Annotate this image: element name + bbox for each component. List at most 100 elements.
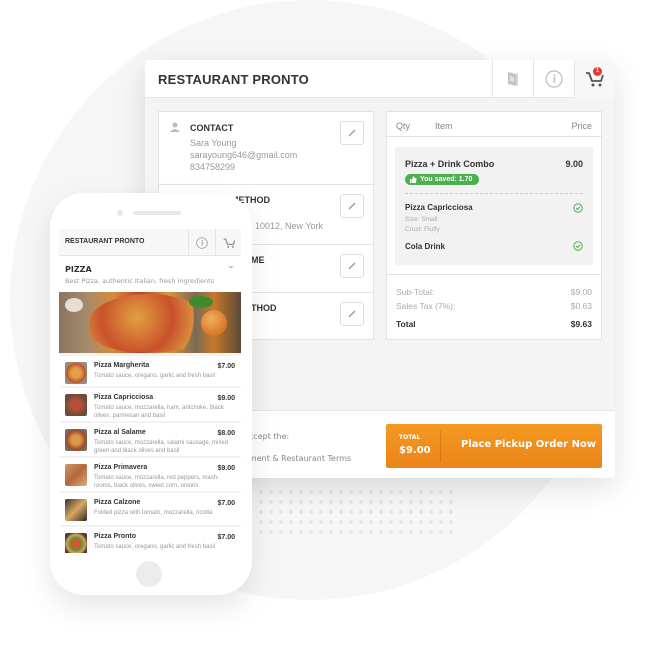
menu-item[interactable]: Pizza Calzone $7.00 Folded pizza with to…: [59, 493, 241, 525]
info-icon: [196, 236, 208, 249]
decorative-dot-grid: [256, 487, 456, 537]
price-header: Price: [571, 121, 592, 131]
mobile-screen: RESTAURANT PRONTO PIZZA Best Pizza, auth…: [59, 229, 241, 553]
cart-summary-panel: Qty Item Price Pizza + Drink Combo 9.00 …: [386, 111, 602, 340]
contact-phone: 834758299: [190, 162, 236, 172]
basil-graphic: [189, 296, 213, 308]
total-value: $9.63: [570, 319, 592, 329]
item-name: Pizza al Salame: [94, 429, 146, 436]
sub-item-name: Cola Drink: [405, 242, 446, 251]
edit-contact-button[interactable]: [340, 121, 364, 145]
mobile-cart-button[interactable]: [215, 229, 241, 256]
item-name: Pizza Pronto: [94, 533, 137, 540]
phone-camera: [117, 210, 123, 216]
menu-item[interactable]: Pizza Primavera $9.00 Tomato sauce, mozz…: [59, 458, 241, 491]
mushroom-graphic: [65, 298, 83, 312]
order-total-value: $9.00: [399, 445, 431, 456]
savings-text: You saved: 1.70: [420, 176, 473, 183]
item-price: $7.00: [217, 500, 235, 507]
order-totals: Sub-Total: $9.00 Sales Tax (7%): $0.63 T…: [387, 274, 601, 339]
menu-item[interactable]: Pizza Capricciosa $9.00 Tomato sauce, mo…: [59, 388, 241, 421]
item-price: $9.00: [217, 465, 235, 472]
window-header: RESTAURANT PRONTO 1: [145, 60, 615, 98]
item-name: Pizza Margherita: [94, 362, 150, 369]
mobile-phone-mockup: RESTAURANT PRONTO PIZZA Best Pizza, auth…: [50, 193, 252, 595]
menu-item[interactable]: Pizza al Salame $8.00 Tomato sauce, mozz…: [59, 423, 241, 456]
mobile-info-button[interactable]: [188, 229, 215, 256]
pencil-icon: [348, 202, 356, 210]
menu-item[interactable]: Pizza Margherita $7.00 Tomato sauce, ore…: [59, 356, 241, 386]
item-price: $9.00: [217, 395, 235, 402]
subtotal-row: Sub-Total: $9.00: [396, 287, 592, 297]
category-subtitle: Best Pizza, authentic Italian, fresh ing…: [65, 277, 215, 285]
edit-method-button[interactable]: [340, 194, 364, 218]
payment-title: THOD: [251, 303, 277, 313]
item-price: $8.00: [217, 430, 235, 437]
subtotal-value: $9.00: [570, 287, 592, 297]
pencil-icon: [348, 262, 356, 270]
place-order-label: Place Pickup Order Now: [461, 439, 597, 450]
category-header[interactable]: PIZZA Best Pizza, authentic Italian, fre…: [59, 256, 241, 292]
place-order-button[interactable]: TOTAL $9.00 Place Pickup Order Now: [386, 424, 602, 468]
tax-value: $0.63: [570, 301, 592, 311]
mobile-restaurant-title: RESTAURANT PRONTO: [65, 238, 145, 245]
combo-price: 9.00: [565, 159, 583, 169]
contact-title: CONTACT: [190, 123, 234, 133]
menu-item[interactable]: Pizza Pronto $7.00 Tomato sauce, oregano…: [59, 527, 241, 553]
pencil-icon: [348, 129, 356, 137]
phone-home-button[interactable]: [136, 561, 162, 587]
restaurant-title: RESTAURANT PRONTO: [158, 72, 309, 87]
item-price: $7.00: [217, 363, 235, 370]
item-description: Folded pizza with tomato, mozzarella, ri…: [94, 510, 213, 516]
edit-payment-button[interactable]: [340, 302, 364, 326]
cart-button[interactable]: 1: [574, 60, 615, 98]
tax-row: Sales Tax (7%): $0.63: [396, 301, 592, 311]
phone-speaker: [133, 211, 181, 215]
pizza-thumbnail: [65, 533, 87, 553]
contact-section: CONTACT Sara Young sarayoung646@gmail.co…: [159, 112, 373, 185]
item-name: Pizza Calzone: [94, 499, 141, 506]
info-icon: [545, 70, 563, 88]
menu-book-icon: [508, 72, 518, 86]
pizza-thumbnail: [65, 464, 87, 486]
cart-item-combo[interactable]: Pizza + Drink Combo 9.00 You saved: 1.70…: [395, 147, 593, 265]
method-address: 10012, New York: [255, 221, 324, 231]
total-row: Total $9.63: [396, 319, 592, 329]
button-divider: [440, 430, 441, 462]
terms-link[interactable]: ement & Restaurant Terms: [244, 454, 351, 463]
onion-graphic: [201, 310, 227, 336]
cart-column-headers: Qty Item Price: [387, 112, 601, 137]
item-description: Tomato sauce, mozzarella, ham, artichoke…: [94, 405, 224, 419]
chevron-down-icon: [228, 266, 234, 269]
check-circle-icon: [573, 203, 583, 213]
user-icon: [170, 122, 180, 132]
item-name: Pizza Primavera: [94, 464, 148, 471]
tax-label: Sales Tax (7%):: [396, 301, 456, 311]
check-circle-icon: [573, 241, 583, 251]
item-description: Tomato sauce, oregano, garlic and fresh …: [94, 544, 216, 550]
contact-name: Sara Young: [190, 138, 237, 148]
category-title: PIZZA: [65, 265, 92, 274]
item-description: Tomato sauce, mozzarella, red peppers, m…: [94, 475, 220, 489]
sub-item-name: Pizza Capricciosa: [405, 203, 473, 212]
thumbs-up-icon: [410, 176, 417, 183]
item-description: Tomato sauce, oregano, garlic and fresh …: [94, 373, 216, 379]
total-label: Total: [396, 319, 416, 329]
time-title: ME: [251, 255, 265, 265]
sub-item-detail: Size: Small: [405, 216, 438, 223]
item-description: Tomato sauce, mozzarella, salami sausage…: [94, 440, 229, 454]
pizza-thumbnail: [65, 499, 87, 521]
info-button[interactable]: [533, 60, 574, 98]
qty-header: Qty: [396, 121, 411, 131]
contact-email: sarayoung646@gmail.com: [190, 150, 298, 160]
order-total-label: TOTAL: [399, 434, 421, 441]
sub-item-detail: Crust: Fluffy: [405, 226, 440, 233]
divider: [405, 193, 583, 194]
edit-time-button[interactable]: [340, 254, 364, 278]
pizza-thumbnail: [65, 394, 87, 416]
savings-badge: You saved: 1.70: [405, 174, 480, 185]
combo-name: Pizza + Drink Combo: [405, 159, 495, 169]
pencil-icon: [348, 310, 356, 318]
menu-button[interactable]: [492, 60, 533, 98]
cart-icon: [223, 238, 235, 248]
